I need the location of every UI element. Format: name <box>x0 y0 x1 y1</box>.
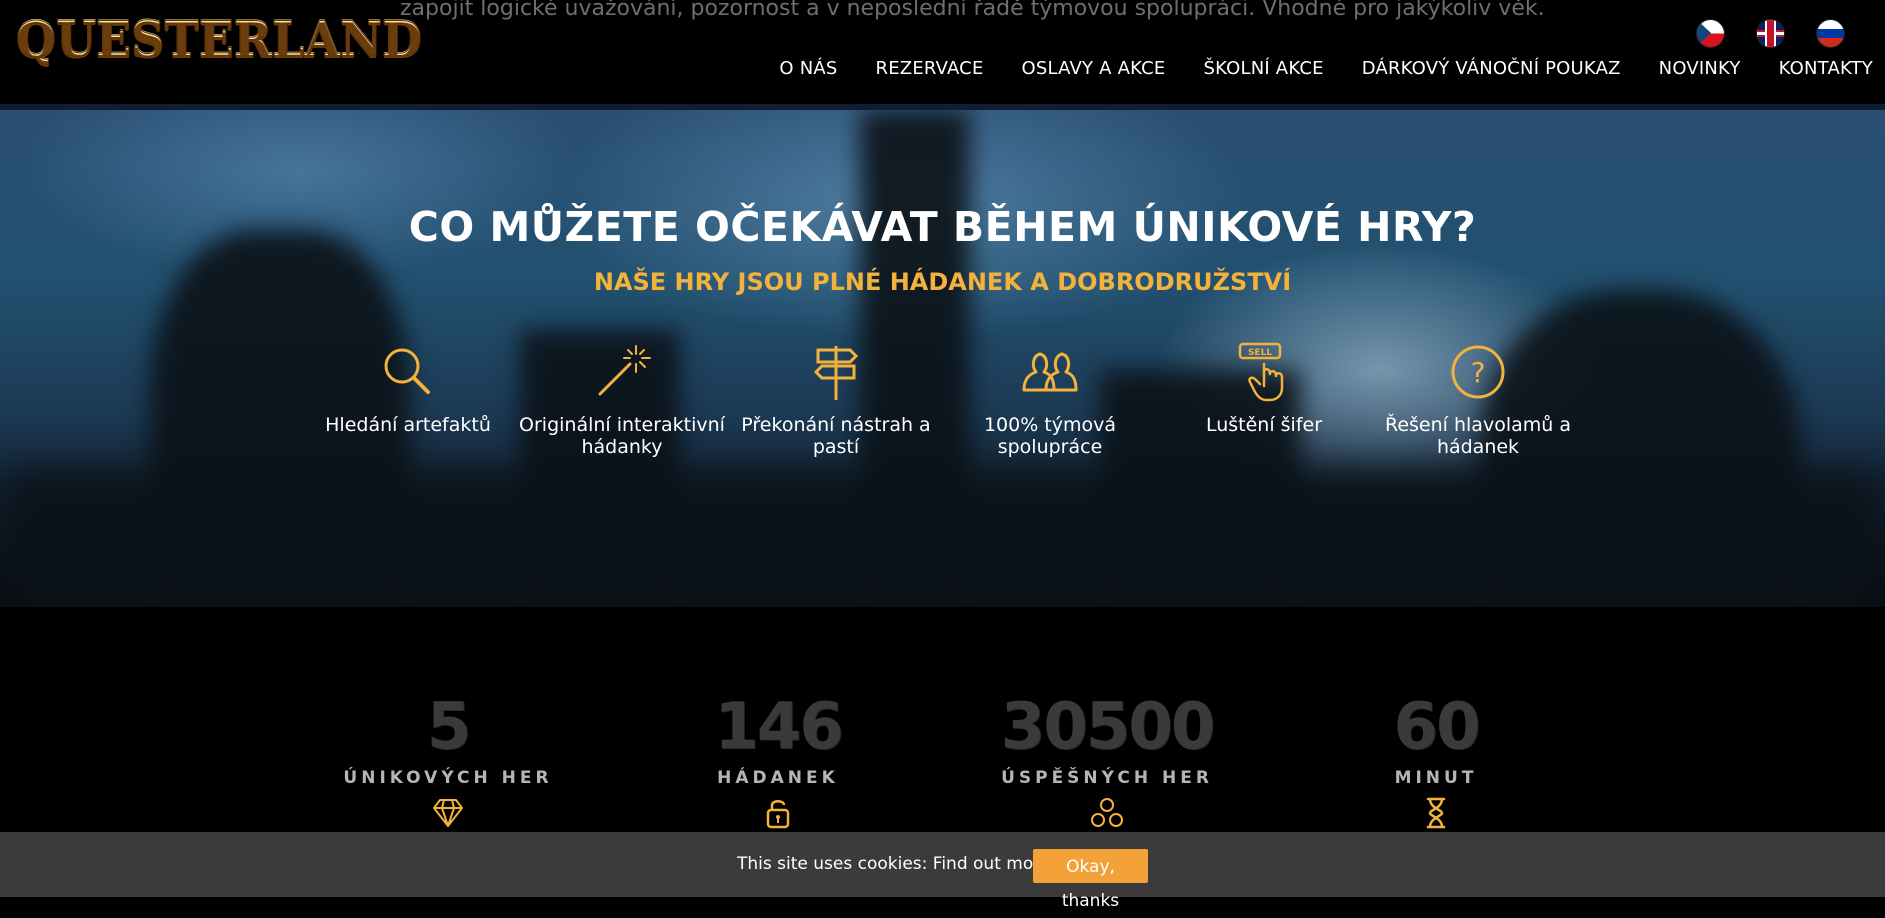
diamond-icon <box>433 799 463 827</box>
stat-label: MINUT <box>1394 768 1478 788</box>
questerland-logo[interactable]: QUESTERLAND <box>16 10 423 68</box>
stat-label: ÚSPĚŠNÝCH HER <box>1001 768 1213 788</box>
cookie-text: This site uses cookies: <box>737 854 928 874</box>
language-switcher <box>1685 20 1885 50</box>
feature-label: Luštění šifer <box>1205 414 1323 436</box>
scrolled-intro-text: zapojit logické uvažování, pozornost a v… <box>400 0 1545 21</box>
stat-number: 30500 <box>1000 690 1216 764</box>
nav-item-contacts[interactable]: KONTAKTY <box>1779 58 1873 79</box>
features-hero: CO MŮŽETE OČEKÁVAT BĚHEM ÚNIKOVÉ HRY? NA… <box>0 110 1885 607</box>
nav-item-about[interactable]: O NÁS <box>779 58 837 79</box>
stat-minutes: 60 MINUT <box>1316 692 1556 830</box>
feature-label: Překonání nástrah a pastí <box>741 414 931 458</box>
feature-label: Řešení hlavolamů a hádanek <box>1385 414 1571 458</box>
nav-item-news[interactable]: NOVINKY <box>1659 58 1741 79</box>
magnifier-icon <box>384 348 430 394</box>
nav-item-gift-voucher[interactable]: DÁRKOVÝ VÁNOČNÍ POUKAZ <box>1362 58 1621 79</box>
stat-label: ÚNIKOVÝCH HER <box>343 768 553 788</box>
sell-hand-icon: SELL <box>1238 342 1284 402</box>
czech-flag-icon[interactable] <box>1697 20 1724 47</box>
stat-number: 60 <box>1393 690 1480 764</box>
main-nav: O NÁS REZERVACE OSLAVY A AKCE ŠKOLNÍ AKC… <box>741 58 1873 79</box>
stat-label: HÁDANEK <box>717 768 839 788</box>
magic-wand-icon <box>598 345 651 396</box>
feature-item: Překonání nástrah a pastí <box>729 342 943 458</box>
hero-subtitle: NAŠE HRY JSOU PLNÉ HÁDANEK A DOBRODRUŽST… <box>593 268 1292 296</box>
header-divider <box>0 104 1885 110</box>
stat-games: 5 ÚNIKOVÝCH HER <box>328 692 568 830</box>
feature-item: SELL Luštění šifer <box>1157 342 1371 436</box>
signpost-icon <box>813 346 859 400</box>
feature-label: Originální interaktivní hádanky <box>519 414 725 458</box>
svg-text:SELL: SELL <box>1248 348 1272 358</box>
background-ground <box>0 470 1885 607</box>
nav-item-reservation[interactable]: REZERVACE <box>876 58 984 79</box>
cookie-banner: This site uses cookies: Find out more. O… <box>0 832 1885 911</box>
question-icon: ? <box>1451 345 1505 399</box>
padlock-icon <box>766 800 790 829</box>
stat-successful-games: 30500 ÚSPĚŠNÝCH HER <box>987 692 1227 830</box>
site-header: zapojit logické uvažování, pozornost a v… <box>0 0 1885 105</box>
hero-title: CO MŮŽETE OČEKÁVAT BĚHEM ÚNIKOVÉ HRY? <box>408 203 1477 251</box>
team-icon <box>1022 352 1078 392</box>
russian-flag-icon[interactable] <box>1817 20 1844 47</box>
stat-number: 146 <box>714 690 844 764</box>
feature-label: Hledání artefaktů <box>325 414 491 436</box>
english-flag-icon[interactable] <box>1757 20 1784 47</box>
nav-item-school-events[interactable]: ŠKOLNÍ AKCE <box>1203 58 1323 79</box>
stat-puzzles: 146 HÁDANEK <box>658 692 898 830</box>
feature-item: ? Řešení hlavolamů a hádanek <box>1371 342 1585 458</box>
feature-item: Hledání artefaktů <box>301 342 515 436</box>
feature-item: 100% týmová spolupráce <box>943 342 1157 458</box>
svg-text:?: ? <box>1471 356 1486 389</box>
stat-number: 5 <box>426 690 472 764</box>
feature-label: 100% týmová spolupráce <box>983 414 1117 458</box>
cookie-accept-button[interactable]: Okay, thanks <box>1033 849 1148 911</box>
hourglass-icon <box>1426 797 1446 829</box>
feature-item: Originální interaktivní hádanky <box>515 342 729 458</box>
people-group-icon <box>1091 798 1123 827</box>
nav-item-parties[interactable]: OSLAVY A AKCE <box>1022 58 1166 79</box>
cookie-message: This site uses cookies: Find out more. <box>737 854 1056 874</box>
